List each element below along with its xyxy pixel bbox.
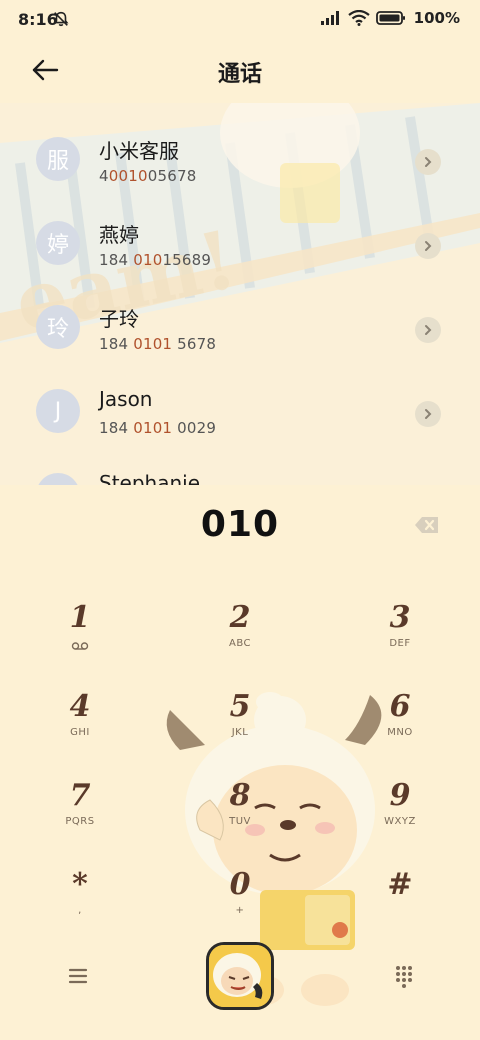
contact-name: 子玲 xyxy=(99,307,139,331)
contact-row[interactable]: J Jason 184 0101 0029 xyxy=(0,379,480,463)
contact-name: 小米客服 xyxy=(99,139,179,163)
avatar: S xyxy=(36,473,80,485)
contact-row[interactable]: S Stephanie xyxy=(0,463,480,485)
contact-number: 184 0101 5678 xyxy=(99,335,217,353)
battery-icon xyxy=(375,11,405,25)
key-7[interactable]: 7 PQRS xyxy=(20,778,140,858)
key-4[interactable]: 4 GHI xyxy=(20,689,140,769)
contact-row[interactable]: 婷 燕婷 184 01015689 xyxy=(0,211,480,295)
key-9[interactable]: 9 WXYZ xyxy=(340,778,460,858)
chevron-right-icon xyxy=(425,325,432,335)
wifi-icon xyxy=(347,10,370,26)
backspace-icon[interactable] xyxy=(414,515,440,535)
key-2[interactable]: 2 ABC xyxy=(180,600,300,680)
bottom-action-bar xyxy=(0,930,480,1040)
contact-row[interactable]: 玲 子玲 184 0101 5678 xyxy=(0,295,480,379)
contact-number: 184 01015689 xyxy=(99,251,212,269)
avatar: 玲 xyxy=(36,305,80,349)
avatar: J xyxy=(36,389,80,433)
dialed-number: 010 xyxy=(200,504,280,545)
contact-results-list[interactable]: eam! 服 小米客服 4001005678 婷 燕婷 184 01015689… xyxy=(0,103,480,485)
contact-name: 燕婷 xyxy=(99,223,139,247)
voicemail-icon xyxy=(71,642,89,650)
status-indicators: 100% xyxy=(320,9,460,27)
dialpad-icon[interactable] xyxy=(392,964,416,988)
contact-row[interactable]: 服 小米客服 4001005678 xyxy=(0,127,480,211)
dial-keypad: 1 2 ABC 3 DEF 4 GHI 5 JKL 6 MNO 7 PQRS 8… xyxy=(0,590,480,930)
contact-number: 4001005678 xyxy=(99,167,197,185)
page-title: 通话 xyxy=(217,62,262,87)
key-6[interactable]: 6 MNO xyxy=(340,689,460,769)
avatar: 服 xyxy=(36,137,80,181)
contact-number: 184 0101 0029 xyxy=(99,419,217,437)
chevron-right-icon xyxy=(425,157,432,167)
key-5[interactable]: 5 JKL xyxy=(180,689,300,769)
bell-off-icon xyxy=(53,11,69,27)
contact-name: Stephanie xyxy=(99,471,201,485)
contact-detail-button[interactable] xyxy=(415,233,441,259)
contact-name: Jason xyxy=(99,387,153,411)
chevron-right-icon xyxy=(425,409,432,419)
key-8[interactable]: 8 TUV xyxy=(180,778,300,858)
battery-percent: 100% xyxy=(413,9,460,27)
status-bar: 8:16 100% xyxy=(0,0,480,40)
key-3[interactable]: 3 DEF xyxy=(340,600,460,680)
avatar: 婷 xyxy=(36,221,80,265)
header: 通话 xyxy=(0,40,480,102)
call-icon xyxy=(209,945,271,1007)
signal-icon xyxy=(320,11,339,25)
chevron-right-icon xyxy=(425,241,432,251)
call-button[interactable] xyxy=(206,942,274,1010)
menu-icon[interactable] xyxy=(66,964,90,988)
contact-detail-button[interactable] xyxy=(415,317,441,343)
key-1[interactable]: 1 xyxy=(20,600,140,680)
contact-detail-button[interactable] xyxy=(415,401,441,427)
contact-detail-button[interactable] xyxy=(415,149,441,175)
